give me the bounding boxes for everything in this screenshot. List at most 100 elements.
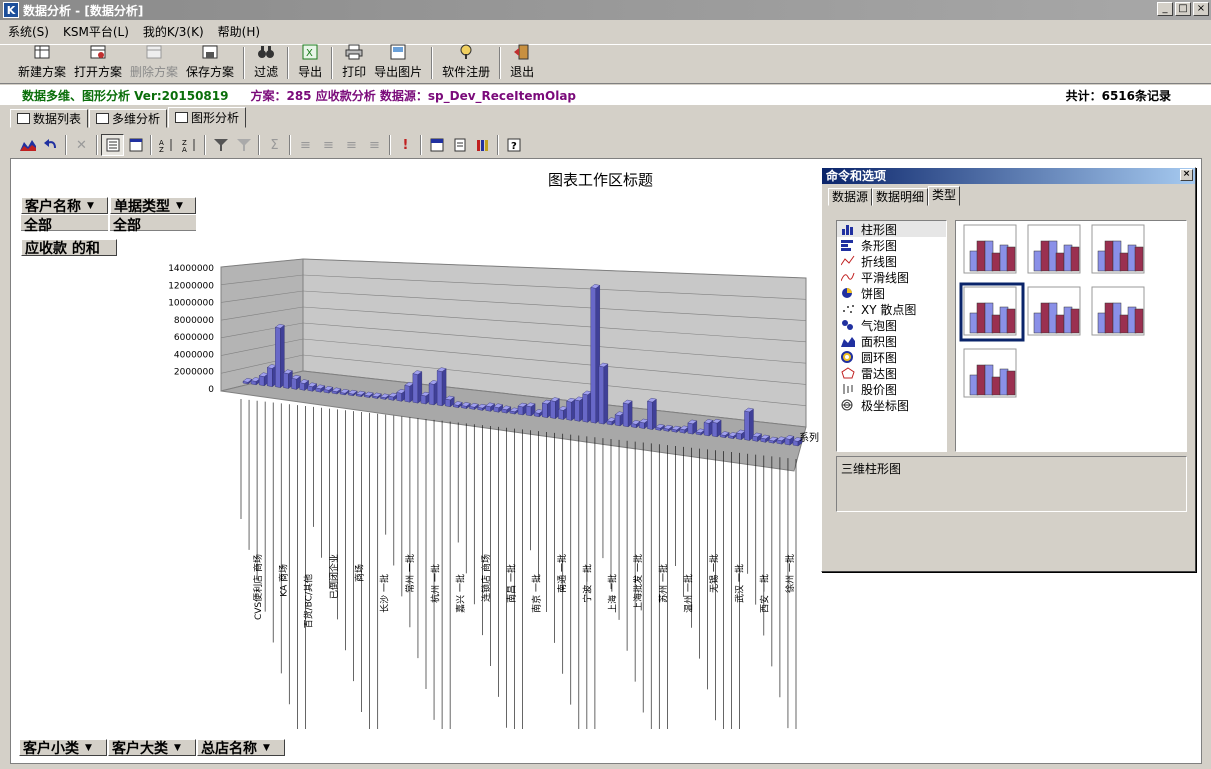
chart-type-icon[interactable]: [16, 134, 39, 156]
expand-icon[interactable]: ≡: [363, 134, 386, 156]
refresh-icon[interactable]: !: [394, 134, 417, 156]
category-group-label: KA 商场: [277, 564, 289, 597]
bar-side: [603, 363, 609, 425]
chart-type-pie[interactable]: 饼图: [837, 285, 946, 301]
dialog-tab-datasource[interactable]: 数据源: [828, 188, 873, 206]
subtype-bar[interactable]: [991, 314, 1001, 334]
subtype-bar[interactable]: [1040, 240, 1050, 272]
exit-button[interactable]: 退出: [506, 43, 538, 83]
dropdown-arrow-icon: ▼: [263, 742, 270, 753]
subtype-bar[interactable]: [1070, 246, 1080, 272]
close-button[interactable]: ×: [1193, 2, 1209, 16]
new-scheme-button[interactable]: 新建方案: [14, 43, 70, 83]
subtype-bar[interactable]: [991, 376, 1001, 396]
chart-type-scatter[interactable]: XY 散点图: [837, 301, 946, 317]
subtype-bar[interactable]: [1070, 308, 1080, 334]
tab-multidim[interactable]: 多维分析: [89, 109, 168, 128]
menu-mykis[interactable]: 我的K/3(K): [143, 23, 204, 40]
field-list-icon[interactable]: [124, 134, 147, 156]
save-scheme-button[interactable]: 保存方案: [182, 43, 238, 83]
delete-icon[interactable]: ✕: [70, 134, 93, 156]
help-icon[interactable]: ?: [502, 134, 525, 156]
chart-type-bubble[interactable]: 气泡图: [837, 317, 946, 333]
properties-icon[interactable]: [101, 134, 124, 156]
delete-scheme-button[interactable]: 删除方案: [126, 43, 182, 83]
dialog-tab-type[interactable]: 类型: [928, 186, 961, 206]
column-chart-icon: [841, 223, 855, 235]
bar: [614, 414, 621, 427]
chart-type-stock[interactable]: 股价图: [837, 381, 946, 397]
subtype-bar[interactable]: [976, 364, 986, 396]
subtype-bar[interactable]: [991, 252, 1001, 272]
main-toolbar: 新建方案 打开方案 删除方案 保存方案 过滤 X 导出 打印 导出图片 软件注册…: [0, 44, 1211, 84]
row-field-subcategory[interactable]: 客户小类 ▼: [19, 739, 107, 757]
restore-button[interactable]: □: [1175, 2, 1191, 16]
y-tick-label: 6000000: [174, 333, 214, 343]
minimize-button[interactable]: _: [1157, 2, 1173, 16]
subtype-bar[interactable]: [1040, 302, 1050, 334]
subtype-bar[interactable]: [1104, 302, 1114, 334]
subtype-bar[interactable]: [1104, 240, 1114, 272]
tab-data-list[interactable]: 数据列表: [10, 109, 89, 128]
chart-type-label: 折线图: [861, 254, 898, 269]
tab-data-list-label: 数据列表: [33, 112, 82, 126]
subtype-bar[interactable]: [1006, 308, 1016, 334]
row-field-category[interactable]: 客户大类 ▼: [108, 739, 196, 757]
print-button[interactable]: 打印: [338, 43, 370, 83]
chart-type-column[interactable]: 柱形图: [837, 221, 946, 237]
tab-chart[interactable]: 图形分析: [168, 107, 247, 128]
subtype-bar[interactable]: [1006, 370, 1016, 396]
y-tick-label: 0: [208, 385, 214, 395]
autofilter-icon[interactable]: [209, 134, 232, 156]
dialog-close-button[interactable]: ×: [1180, 169, 1193, 181]
subtype-bar[interactable]: [1119, 314, 1129, 334]
export-label: 导出: [298, 65, 323, 79]
export-button[interactable]: X 导出: [294, 43, 326, 83]
chart-type-polar[interactable]: 极坐标图: [837, 397, 946, 413]
menu-system[interactable]: 系统(S): [8, 23, 49, 40]
category-group-label: CVS便利店 商场: [252, 554, 264, 620]
sort-asc-icon[interactable]: AZ: [155, 134, 178, 156]
collapse-icon[interactable]: ≡: [340, 134, 363, 156]
export-icon[interactable]: [425, 134, 448, 156]
subtype-bar[interactable]: [1119, 252, 1129, 272]
chart-toolbar-separator: [289, 135, 291, 155]
subtype-bar[interactable]: [976, 240, 986, 272]
filter-button[interactable]: 过滤: [250, 43, 282, 83]
chart-type-smooth-line[interactable]: 平滑线图: [837, 269, 946, 285]
export-image-button[interactable]: 导出图片: [370, 43, 426, 83]
subtype-bar[interactable]: [976, 302, 986, 334]
books-icon[interactable]: [471, 134, 494, 156]
menu-ksm[interactable]: KSM平台(L): [63, 23, 129, 40]
register-button[interactable]: 软件注册: [438, 43, 494, 83]
grid-icon: [17, 113, 30, 124]
bar: [647, 400, 653, 430]
autocalc-icon[interactable]: Σ: [263, 134, 286, 156]
exit-label: 退出: [510, 65, 535, 79]
subtype-bar[interactable]: [1055, 314, 1065, 334]
subtype-bar[interactable]: [1055, 252, 1065, 272]
subtype-bar[interactable]: [1006, 246, 1016, 272]
subtype-bar[interactable]: [1134, 246, 1144, 272]
undo-icon[interactable]: [39, 134, 62, 156]
toolbar-separator: [431, 47, 434, 79]
chart-type-label: XY 散点图: [861, 302, 917, 317]
subtotal-icon[interactable]: ≡: [294, 134, 317, 156]
dialog-titlebar[interactable]: 命令和选项 ×: [822, 168, 1195, 184]
sort-desc-icon[interactable]: ZA: [178, 134, 201, 156]
show-top-icon[interactable]: [232, 134, 255, 156]
open-scheme-button[interactable]: 打开方案: [70, 43, 126, 83]
row-field-store[interactable]: 总店名称 ▼: [197, 739, 285, 757]
dialog-tab-detail[interactable]: 数据明细: [872, 188, 929, 206]
chart-type-radar[interactable]: 雷达图: [837, 365, 946, 381]
chart-type-area[interactable]: 面积图: [837, 333, 946, 349]
chart-type-line[interactable]: 折线图: [837, 253, 946, 269]
bar: [291, 377, 297, 390]
chart-type-doughnut[interactable]: 圆环图: [837, 349, 946, 365]
field-list-2-icon[interactable]: [448, 134, 471, 156]
chart-type-bar[interactable]: 条形图: [837, 237, 946, 253]
menu-help[interactable]: 帮助(H): [218, 23, 260, 40]
area-chart-icon: [841, 335, 855, 347]
subtype-bar[interactable]: [1134, 308, 1144, 334]
calc-total-icon[interactable]: ≡: [317, 134, 340, 156]
